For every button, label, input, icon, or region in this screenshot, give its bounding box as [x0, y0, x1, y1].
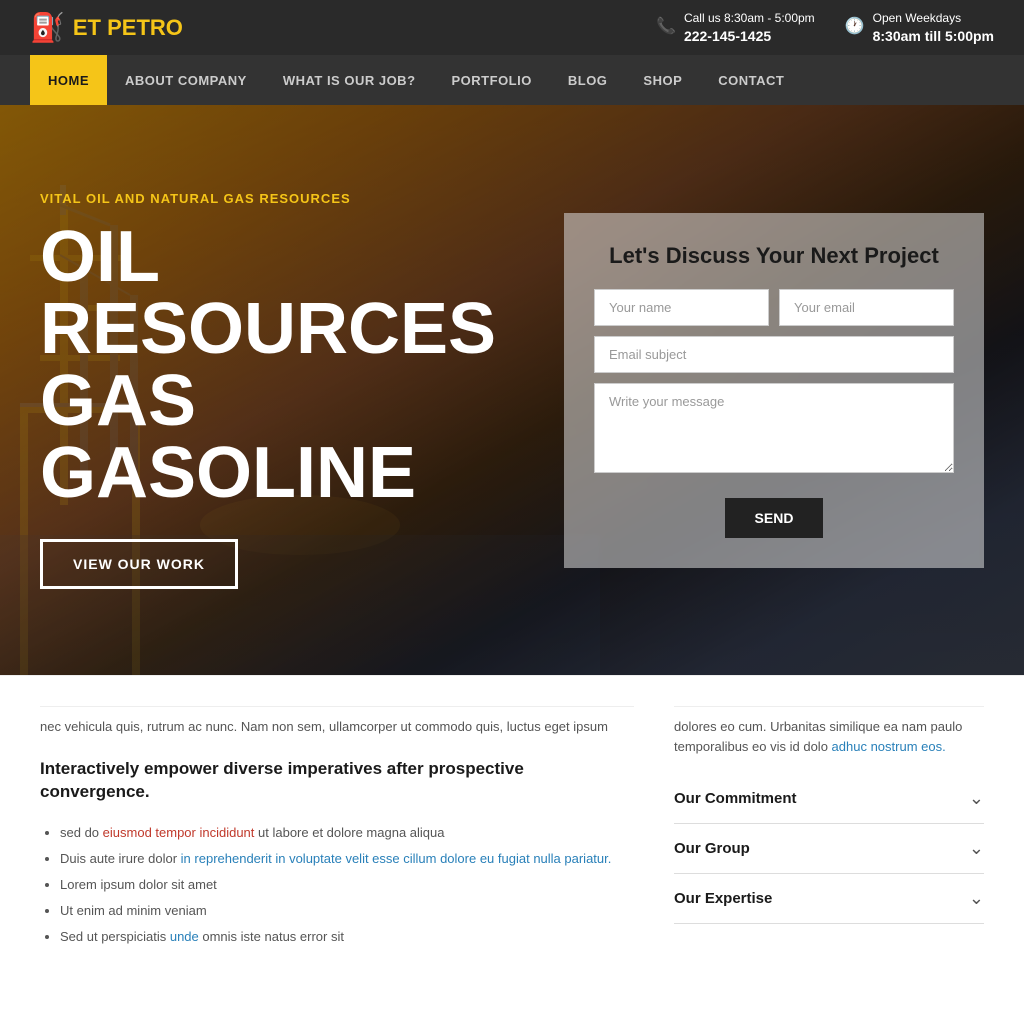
nav-shop[interactable]: SHOP: [625, 55, 700, 105]
clock-icon: 🕐: [845, 16, 865, 38]
hero-text-area: VITAL OIL AND NATURAL GAS RESOURCES OIL …: [0, 191, 564, 589]
hours-info: 🕐 Open Weekdays 8:30am till 5:00pm: [845, 9, 994, 47]
message-textarea[interactable]: [594, 383, 954, 473]
form-name-email-row: [594, 289, 954, 326]
nav-blog[interactable]: BLOG: [550, 55, 626, 105]
truncated-left-text: nec vehicula quis, rutrum ac nunc. Nam n…: [40, 717, 634, 737]
phone-label: Call us 8:30am - 5:00pm: [684, 11, 815, 25]
nav-bar: HOME ABOUT COMPANY WHAT IS OUR JOB? PORT…: [0, 55, 1024, 105]
nav-job[interactable]: WHAT IS OUR JOB?: [265, 55, 434, 105]
accordion-commitment[interactable]: Our Commitment ⌄: [674, 774, 984, 824]
lower-section: nec vehicula quis, rutrum ac nunc. Nam n…: [0, 675, 1024, 990]
list-item: sed do eiusmod tempor incididunt ut labo…: [60, 820, 634, 846]
accordion-label-expertise: Our Expertise: [674, 890, 772, 907]
logo-icon: ⛽: [30, 11, 65, 44]
hours-label: Open Weekdays: [873, 11, 962, 25]
top-bar: ⛽ ET PETRO 📞 Call us 8:30am - 5:00pm 222…: [0, 0, 1024, 55]
nav-contact[interactable]: CONTACT: [700, 55, 802, 105]
contact-info: 📞 Call us 8:30am - 5:00pm 222-145-1425 🕐…: [656, 9, 994, 47]
list-item: Duis aute irure dolor in reprehenderit i…: [60, 846, 634, 872]
view-work-button[interactable]: VIEW OUR WORK: [40, 539, 238, 589]
form-subject-row: [594, 336, 954, 373]
name-input[interactable]: [594, 289, 769, 326]
hero-title: OIL RESOURCES GAS GASOLINE: [40, 221, 524, 509]
phone-icon: 📞: [656, 16, 676, 38]
nav-home[interactable]: HOME: [30, 55, 107, 105]
form-title: Let's Discuss Your Next Project: [594, 243, 954, 269]
list-item: Lorem ipsum dolor sit amet: [60, 872, 634, 898]
logo-prefix: ET: [73, 15, 107, 40]
send-button[interactable]: Send: [725, 498, 824, 538]
nav-portfolio[interactable]: PORTFOLIO: [434, 55, 550, 105]
truncated-right-text: dolores eo cum. Urbanitas similique ea n…: [674, 717, 984, 756]
accordion-group[interactable]: Our Group ⌄: [674, 824, 984, 874]
hero-title-line4: GASOLINE: [40, 433, 416, 513]
hero-subtitle: VITAL OIL AND NATURAL GAS RESOURCES: [40, 191, 524, 206]
chevron-down-icon-group: ⌄: [969, 838, 984, 859]
lower-main-heading: Interactively empower diverse imperative…: [40, 757, 634, 805]
lower-right-col: dolores eo cum. Urbanitas similique ea n…: [674, 706, 984, 950]
lower-list: sed do eiusmod tempor incididunt ut labo…: [40, 820, 634, 950]
list-item: Sed ut perspiciatis unde omnis iste natu…: [60, 924, 634, 950]
phone-number: 222-145-1425: [684, 27, 815, 47]
chevron-down-icon-expertise: ⌄: [969, 888, 984, 909]
right-link[interactable]: adhuc nostrum eos.: [832, 739, 946, 754]
logo-suffix: PETRO: [107, 15, 183, 40]
nav-about[interactable]: ABOUT COMPANY: [107, 55, 265, 105]
hero-title-line1: OIL: [40, 217, 160, 297]
hours-value: 8:30am till 5:00pm: [873, 27, 994, 47]
logo: ⛽ ET PETRO: [30, 11, 183, 44]
hero-title-line2: RESOURCES: [40, 289, 496, 369]
chevron-down-icon-commitment: ⌄: [969, 788, 984, 809]
accordion-label-group: Our Group: [674, 840, 750, 857]
accordion-label-commitment: Our Commitment: [674, 790, 797, 807]
accordion-expertise[interactable]: Our Expertise ⌄: [674, 874, 984, 924]
hero-section: VITAL OIL AND NATURAL GAS RESOURCES OIL …: [0, 105, 1024, 675]
hero-title-line3: GAS: [40, 361, 196, 441]
email-input[interactable]: [779, 289, 954, 326]
lower-left-col: nec vehicula quis, rutrum ac nunc. Nam n…: [40, 706, 634, 950]
accordion: Our Commitment ⌄ Our Group ⌄ Our Experti…: [674, 774, 984, 924]
phone-info: 📞 Call us 8:30am - 5:00pm 222-145-1425: [656, 9, 815, 47]
list-item: Ut enim ad minim veniam: [60, 898, 634, 924]
contact-form-panel: Let's Discuss Your Next Project Send: [564, 213, 984, 568]
subject-input[interactable]: [594, 336, 954, 373]
logo-text: ET PETRO: [73, 15, 183, 41]
